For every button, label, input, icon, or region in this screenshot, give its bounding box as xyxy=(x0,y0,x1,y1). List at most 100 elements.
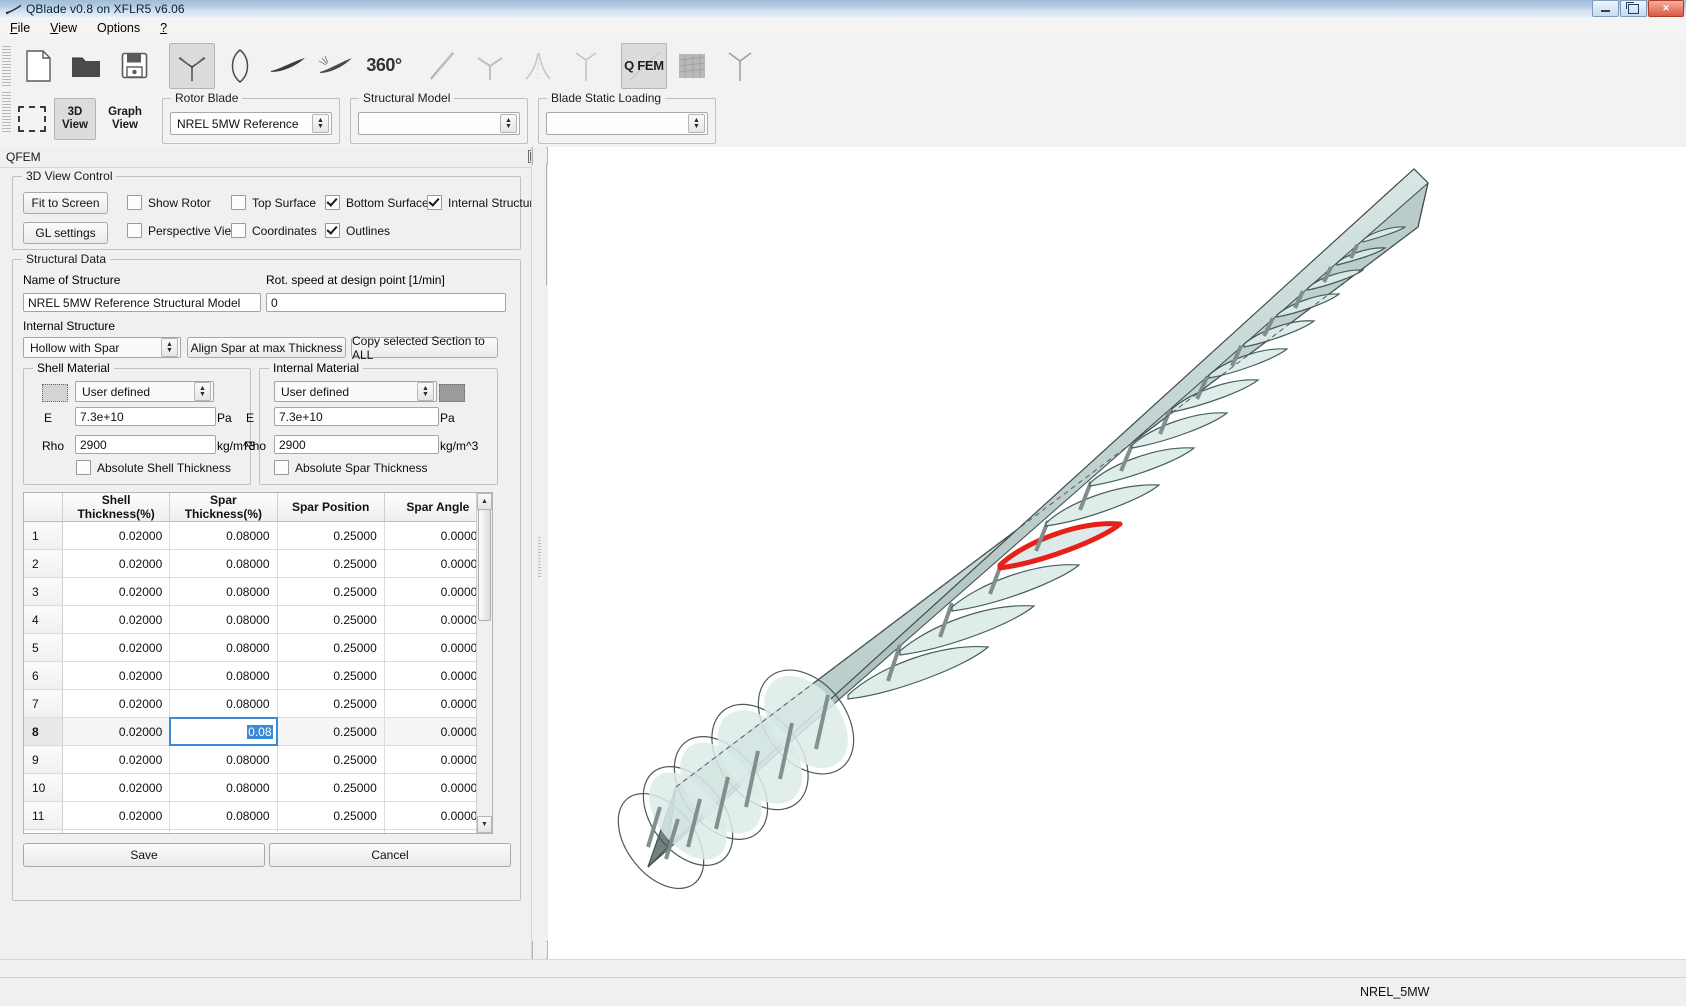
row-number-cell[interactable]: 11 xyxy=(24,802,63,830)
checkbox-coordinates[interactable]: Coordinates xyxy=(231,223,317,238)
360-polar-icon[interactable]: 360° xyxy=(361,43,407,89)
checkbox-box[interactable] xyxy=(325,223,340,238)
view-3d-button[interactable]: 3D View xyxy=(54,98,96,140)
row-number-cell[interactable]: 5 xyxy=(24,634,63,662)
chevron-updown-icon[interactable]: ▲▼ xyxy=(417,382,434,401)
row-number-cell[interactable]: 1 xyxy=(24,522,63,550)
menu-item-help[interactable]: ? xyxy=(160,21,167,35)
cell-shell-thickness[interactable]: 0.02000 xyxy=(63,774,170,802)
cell-spar-thickness[interactable]: 0.08000 xyxy=(170,802,277,830)
chevron-updown-icon[interactable]: ▲▼ xyxy=(500,114,517,133)
view-toolbar-grip[interactable] xyxy=(2,92,11,132)
gl-settings-button[interactable]: GL settings xyxy=(23,222,108,244)
restore-icon[interactable] xyxy=(1620,0,1647,17)
align-spar-button[interactable]: Align Spar at max Thickness xyxy=(187,337,346,358)
row-number-cell[interactable]: 9 xyxy=(24,746,63,774)
cancel-button[interactable]: Cancel xyxy=(269,843,511,867)
cell-shell-thickness[interactable]: 0.02000 xyxy=(63,606,170,634)
row-number-cell[interactable]: 2 xyxy=(24,550,63,578)
cell-spar-thickness[interactable]: 0.08000 xyxy=(170,690,277,718)
cell-shell-thickness[interactable]: 0.02000 xyxy=(63,662,170,690)
column-header-spar-thickness[interactable]: Spar Thickness(%) xyxy=(170,493,277,522)
table-row[interactable]: 120.020000.080000.250000.00000 xyxy=(24,830,492,835)
internal-e-input[interactable]: 7.3e+10 xyxy=(274,407,439,426)
chevron-updown-icon[interactable]: ▲▼ xyxy=(161,338,178,357)
checkbox-absolute-shell-thickness[interactable]: Absolute Shell Thickness xyxy=(76,460,231,475)
row-number-cell[interactable]: 4 xyxy=(24,606,63,634)
cell-shell-thickness[interactable]: 0.02000 xyxy=(63,718,170,746)
internal-structure-select[interactable]: Hollow with Spar ▲▼ xyxy=(23,337,181,358)
cell-shell-thickness[interactable]: 0.02000 xyxy=(63,746,170,774)
cell-shell-thickness[interactable]: 0.02000 xyxy=(63,690,170,718)
cell-shell-thickness[interactable]: 0.02000 xyxy=(63,634,170,662)
chevron-updown-icon[interactable]: ▲▼ xyxy=(312,114,329,133)
checkbox-box[interactable] xyxy=(127,223,142,238)
minimize-icon[interactable] xyxy=(1592,0,1619,17)
dock-splitter[interactable] xyxy=(533,147,546,959)
copy-section-button[interactable]: Copy selected Section to ALL xyxy=(351,337,498,358)
cell-shell-thickness[interactable]: 0.02000 xyxy=(63,802,170,830)
cell-spar-thickness[interactable]: 0.08000 xyxy=(170,830,277,835)
checkbox-box[interactable] xyxy=(231,195,246,210)
cell-spar-position[interactable]: 0.25000 xyxy=(277,746,384,774)
cell-spar-position[interactable]: 0.25000 xyxy=(277,774,384,802)
cell-spar-thickness[interactable]: 0.08000 xyxy=(170,774,277,802)
new-file-icon[interactable] xyxy=(15,43,61,89)
checkbox-internal-structure[interactable]: Internal Structure xyxy=(427,195,531,210)
chevron-updown-icon[interactable]: ▲▼ xyxy=(194,382,211,401)
table-row[interactable]: 110.020000.080000.250000.00000 xyxy=(24,802,492,830)
chevron-updown-icon[interactable]: ▲▼ xyxy=(688,114,705,133)
cell-spar-thickness[interactable]: 0.08000 xyxy=(170,550,277,578)
shell-color-swatch[interactable] xyxy=(42,384,68,402)
qfem-icon[interactable]: Q FEM xyxy=(621,43,667,89)
menu-item-options[interactable]: Options xyxy=(97,21,140,35)
blade-3d-render[interactable] xyxy=(548,147,1686,959)
airfoil-twist-icon[interactable] xyxy=(313,43,359,89)
cell-shell-thickness[interactable]: 0.02000 xyxy=(63,550,170,578)
airfoil-dark-icon[interactable] xyxy=(265,43,311,89)
internal-material-select[interactable]: User defined ▲▼ xyxy=(274,381,437,402)
cell-shell-thickness[interactable]: 0.02000 xyxy=(63,830,170,835)
view-graph-button[interactable]: Graph View xyxy=(100,98,150,140)
table-row[interactable]: 20.020000.080000.250000.00000 xyxy=(24,550,492,578)
blade-surface-icon[interactable] xyxy=(669,43,715,89)
checkbox-box[interactable] xyxy=(76,460,91,475)
cell-shell-thickness[interactable]: 0.02000 xyxy=(63,522,170,550)
row-number-cell[interactable]: 3 xyxy=(24,578,63,606)
cell-spar-thickness[interactable]: 0.08000 xyxy=(170,746,277,774)
cell-spar-position[interactable]: 0.25000 xyxy=(277,830,384,835)
rotor-bem-icon[interactable] xyxy=(467,43,513,89)
checkbox-box[interactable] xyxy=(231,223,246,238)
open-folder-icon[interactable] xyxy=(63,43,109,89)
cell-spar-position[interactable]: 0.25000 xyxy=(277,718,384,746)
table-row[interactable]: 90.020000.080000.250000.00000 xyxy=(24,746,492,774)
menu-item-view[interactable]: View xyxy=(50,21,77,35)
column-header-shell-thickness[interactable]: Shell Thickness(%) xyxy=(63,493,170,522)
close-icon[interactable]: ✕ xyxy=(1648,0,1684,17)
checkbox-perspective-view[interactable]: Perspective View xyxy=(127,223,240,238)
cell-spar-thickness[interactable]: 0.08000 xyxy=(170,606,277,634)
table-row[interactable]: 50.020000.080000.250000.00000 xyxy=(24,634,492,662)
cell-spar-position[interactable]: 0.25000 xyxy=(277,690,384,718)
checkbox-absolute-spar-thickness[interactable]: Absolute Spar Thickness xyxy=(274,460,428,475)
cell-spar-thickness[interactable]: 0.08 xyxy=(170,718,277,746)
table-row[interactable]: 10.020000.080000.250000.00000 xyxy=(24,522,492,550)
scroll-thumb[interactable] xyxy=(478,509,491,621)
cell-spar-position[interactable]: 0.25000 xyxy=(277,550,384,578)
marquee-select-icon[interactable] xyxy=(18,106,46,132)
checkbox-box[interactable] xyxy=(274,460,289,475)
cell-spar-position[interactable]: 0.25000 xyxy=(277,634,384,662)
scroll-up-icon[interactable]: ▲ xyxy=(477,493,492,510)
name-of-structure-input[interactable]: NREL 5MW Reference Structural Model xyxy=(23,293,261,312)
table-row[interactable]: 30.020000.080000.250000.00000 xyxy=(24,578,492,606)
fit-to-screen-button[interactable]: Fit to Screen xyxy=(23,192,108,214)
rotor-blade-select[interactable]: NREL 5MW Reference ▲▼ xyxy=(170,112,332,135)
table-row[interactable]: 70.020000.080000.250000.00000 xyxy=(24,690,492,718)
airfoil-shape-icon[interactable] xyxy=(217,43,263,89)
internal-rho-input[interactable]: 2900 xyxy=(274,435,439,454)
shell-material-select[interactable]: User defined ▲▼ xyxy=(75,381,214,402)
menu-item-file[interactable]: File xyxy=(10,21,30,35)
turbine-icon[interactable] xyxy=(563,43,609,89)
turbine-tower-icon[interactable] xyxy=(717,43,763,89)
multi-polar-icon[interactable] xyxy=(515,43,561,89)
